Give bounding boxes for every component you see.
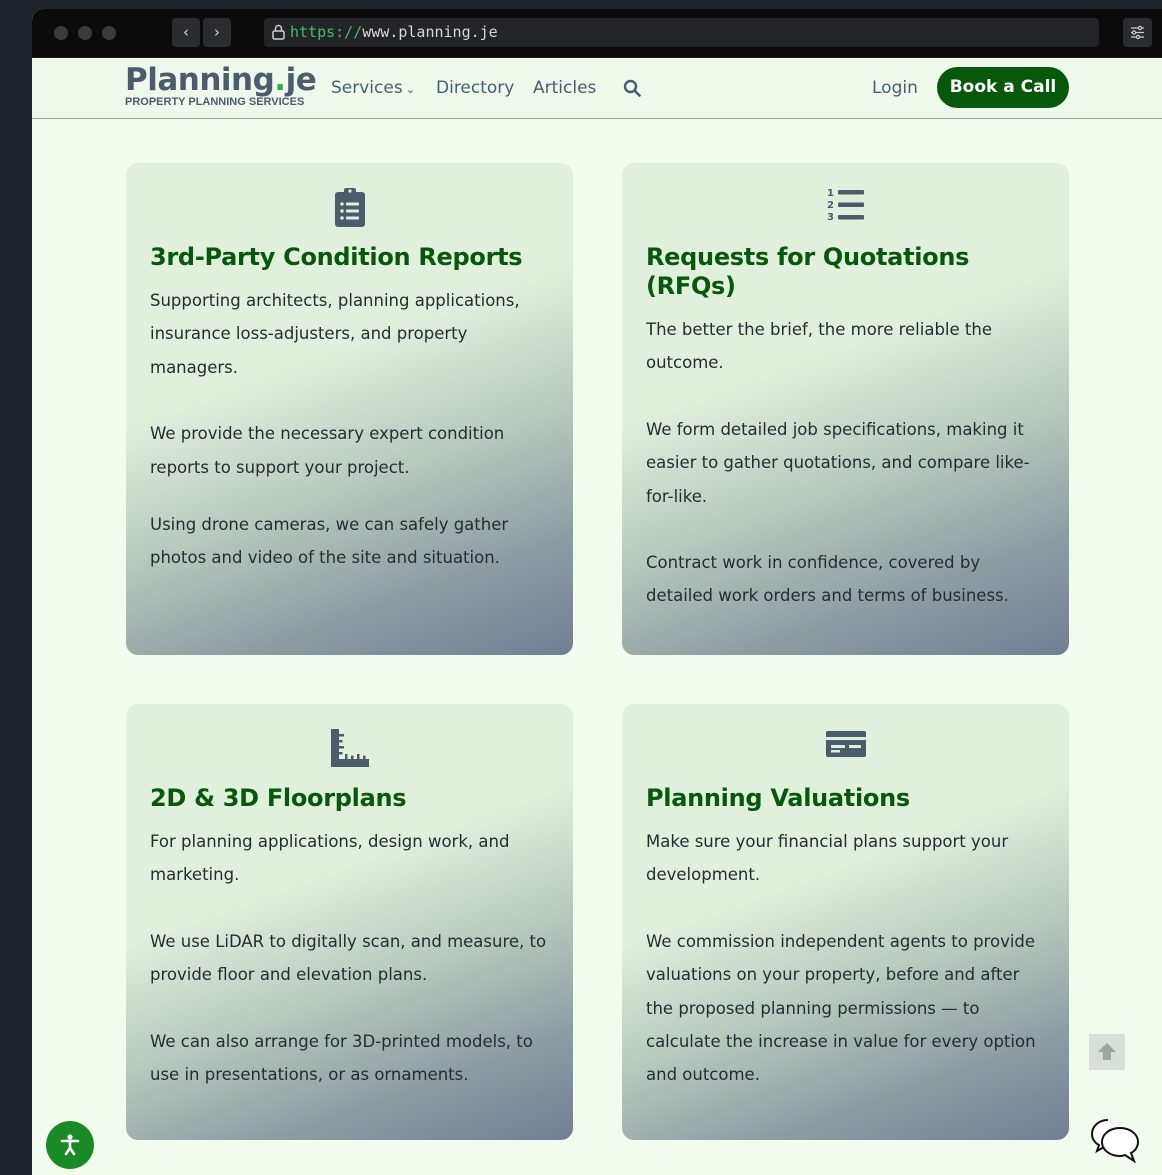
card-paragraph: We commission independent agents to prov…	[646, 931, 1036, 1085]
back-button[interactable]: ‹	[172, 18, 200, 47]
sliders-icon	[1131, 25, 1144, 40]
logo-tld: je	[285, 62, 317, 98]
window-close-button[interactable]	[54, 26, 68, 40]
url-host: www.planning.je	[362, 23, 498, 41]
chat-bubbles-icon[interactable]	[1090, 1118, 1142, 1164]
card-paragraph: Contract work in confidence, covered by …	[646, 553, 1009, 606]
card-paragraph: We form detailed job specifications, mak…	[646, 419, 1030, 506]
card-body: The better the brief, the more reliable …	[646, 313, 1047, 646]
search-icon[interactable]	[623, 79, 641, 97]
window-minimize-button[interactable]	[78, 26, 92, 40]
accessibility-button[interactable]	[46, 1121, 94, 1169]
service-card-rfqs: 123 Requests for Quotations (RFQs) The b…	[622, 163, 1069, 655]
site-logo[interactable]: Planning.je PROPERTY PLANNING SERVICES	[125, 62, 317, 108]
svg-text:3: 3	[827, 212, 834, 223]
arrow-up-icon	[1098, 1043, 1116, 1060]
card-title: Planning Valuations	[646, 784, 910, 812]
card-paragraph: Using drone cameras, we can safely gathe…	[150, 515, 509, 568]
numbered-list-icon: 123	[827, 188, 864, 223]
site-header: Planning.je PROPERTY PLANNING SERVICES S…	[32, 58, 1162, 119]
book-call-button[interactable]: Book a Call	[937, 67, 1069, 108]
card-paragraph: For planning applications, design work, …	[150, 832, 510, 885]
accessibility-icon	[60, 1134, 80, 1156]
card-title: Requests for Quotations (RFQs)	[646, 243, 970, 300]
service-card-floorplans: 2D & 3D Floorplans For planning applicat…	[126, 704, 573, 1140]
nav-services[interactable]: Services ⌄	[331, 78, 415, 98]
ruler-icon	[330, 729, 369, 767]
url-scheme: https://	[290, 23, 363, 41]
browser-menu-button[interactable]	[1123, 18, 1152, 47]
logo-dot: .	[274, 62, 286, 98]
money-check-icon	[825, 731, 866, 757]
card-paragraph: Make sure your financial plans support y…	[646, 832, 1009, 885]
browser-window: ‹ › https://www.planning.je Planning.je	[32, 9, 1162, 1175]
card-title: 2D & 3D Floorplans	[150, 784, 407, 812]
chevron-down-icon: ⌄	[405, 83, 415, 96]
address-bar[interactable]: https://www.planning.je	[264, 18, 1099, 47]
login-link[interactable]: Login	[872, 78, 918, 98]
service-card-condition-reports: 3rd-Party Condition Reports Supporting a…	[126, 163, 573, 655]
nav-articles[interactable]: Articles	[533, 78, 596, 98]
card-paragraph: The better the brief, the more reliable …	[646, 320, 992, 373]
logo-main: Planning	[125, 62, 275, 98]
service-card-valuations: Planning Valuations Make sure your finan…	[622, 704, 1069, 1140]
window-zoom-button[interactable]	[102, 26, 116, 40]
card-body: For planning applications, design work, …	[150, 825, 551, 1124]
logo-wordmark: Planning.je	[125, 62, 317, 98]
browser-toolbar: ‹ › https://www.planning.je	[32, 9, 1162, 58]
card-body: Supporting architects, planning applicat…	[150, 284, 551, 608]
nav-directory[interactable]: Directory	[436, 78, 514, 98]
card-paragraph: We can also arrange for 3D-printed model…	[150, 1031, 533, 1085]
svg-text:1: 1	[827, 188, 834, 199]
logo-tagline: PROPERTY PLANNING SERVICES	[125, 96, 305, 108]
card-paragraph: Supporting architects, planning applicat…	[150, 291, 520, 377]
card-title: 3rd-Party Condition Reports	[150, 243, 523, 271]
nav-services-label: Services	[331, 78, 403, 98]
card-paragraph: We provide the necessary expert conditio…	[150, 424, 505, 477]
svg-text:2: 2	[827, 200, 834, 211]
forward-button[interactable]: ›	[203, 18, 231, 47]
card-body: Make sure your financial plans support y…	[646, 825, 1047, 1125]
scroll-to-top-button[interactable]	[1089, 1034, 1125, 1070]
clipboard-list-icon	[334, 188, 365, 227]
card-paragraph: We use LiDAR to digitally scan, and meas…	[150, 931, 547, 985]
url-text: https://www.planning.je	[290, 23, 498, 41]
web-page: Planning.je PROPERTY PLANNING SERVICES S…	[32, 58, 1162, 1175]
lock-icon	[272, 24, 285, 40]
